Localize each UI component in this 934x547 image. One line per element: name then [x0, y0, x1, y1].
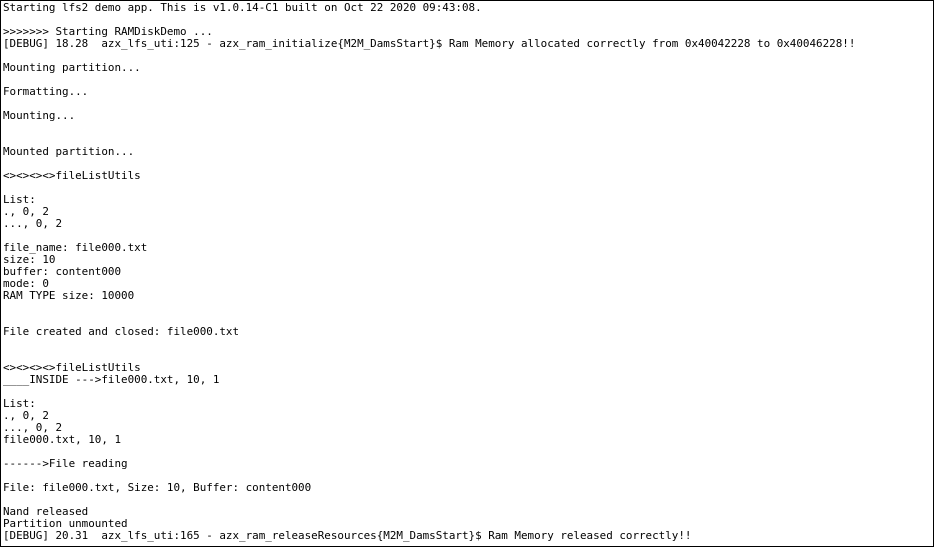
terminal-line: Starting lfs2 demo app. This is v1.0.14-… [3, 2, 482, 14]
terminal-line: Partition unmounted [3, 518, 128, 530]
terminal-line: ., 0, 2 [3, 206, 49, 218]
terminal-line: Mounted partition... [3, 146, 135, 158]
terminal-line: ..., 0, 2 [3, 218, 63, 230]
terminal-line: File created and closed: file000.txt [3, 326, 240, 338]
terminal-line: >>>>>>> Starting RAMDiskDemo ... [3, 26, 213, 38]
terminal-line: ..., 0, 2 [3, 422, 63, 434]
terminal-line: <><><><>fileListUtils [3, 362, 141, 374]
terminal-line: [DEBUG] 18.28 azx_lfs_uti:125 - azx_ram_… [3, 38, 856, 50]
terminal-line: file_name: file000.txt [3, 242, 148, 254]
terminal-output: Starting lfs2 demo app. This is v1.0.14-… [3, 2, 931, 542]
terminal-line: Mounting... [3, 110, 76, 122]
terminal-line: buffer: content000 [3, 266, 122, 278]
terminal-line: size: 10 [3, 254, 56, 266]
terminal-line: List: [3, 194, 36, 206]
terminal-line: file000.txt, 10, 1 [3, 434, 122, 446]
terminal-line: RAM TYPE size: 10000 [3, 290, 135, 302]
terminal-line: Nand released [3, 506, 89, 518]
terminal-line: Mounting partition... [3, 62, 141, 74]
terminal-line: List: [3, 398, 36, 410]
terminal-window[interactable]: Starting lfs2 demo app. This is v1.0.14-… [0, 0, 934, 547]
terminal-line: Formatting... [3, 86, 89, 98]
terminal-line: ------>File reading [3, 458, 128, 470]
terminal-line: [DEBUG] 20.31 azx_lfs_uti:165 - azx_ram_… [3, 530, 692, 542]
terminal-line: File: file000.txt, Size: 10, Buffer: con… [3, 482, 312, 494]
terminal-line: mode: 0 [3, 278, 49, 290]
terminal-line: ., 0, 2 [3, 410, 49, 422]
terminal-line: <><><><>fileListUtils [3, 170, 141, 182]
terminal-line: ____INSIDE --->file000.txt, 10, 1 [3, 374, 220, 386]
